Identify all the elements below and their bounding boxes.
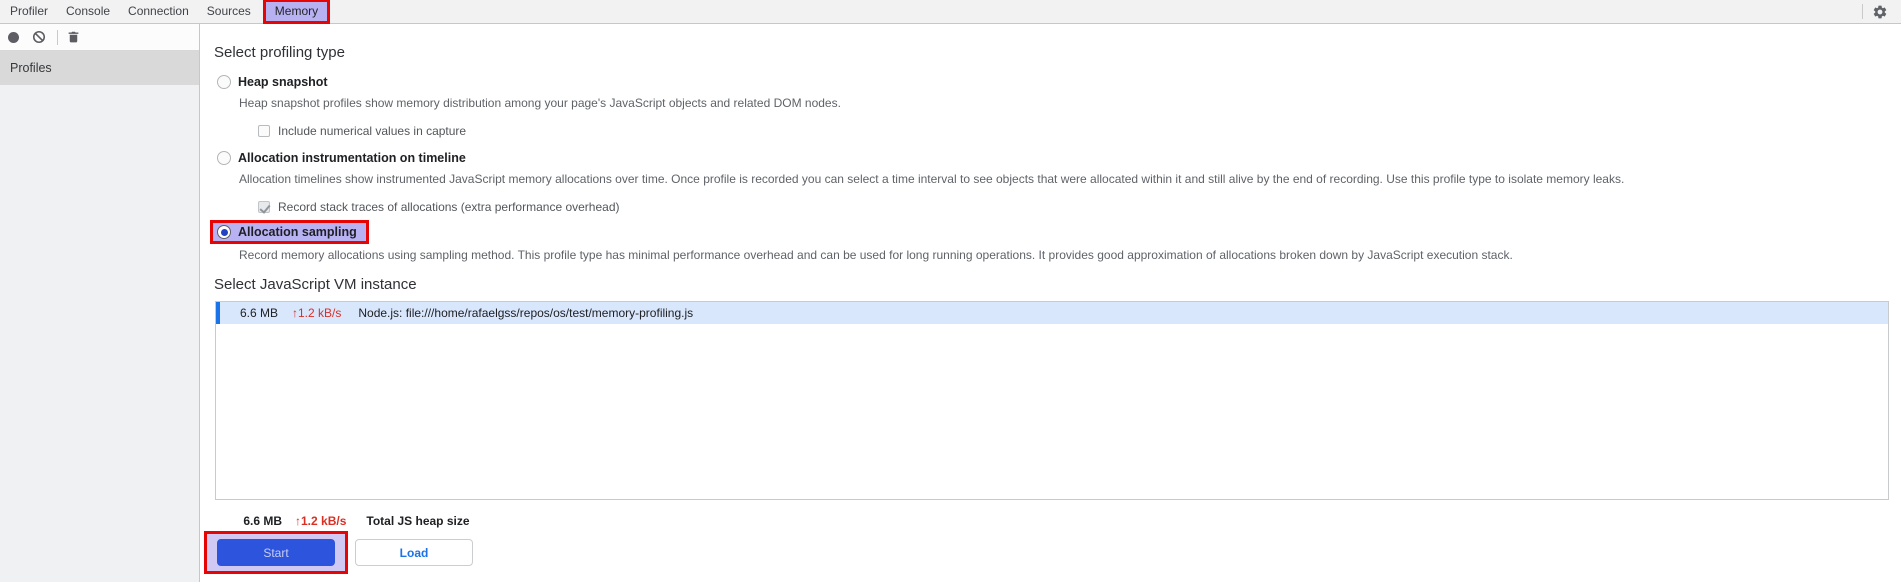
- memory-panel: Select profiling type Heap snapshot Heap…: [201, 24, 1901, 582]
- devtools-tabbar: Profiler Console Connection Sources Memo…: [0, 0, 1901, 24]
- tabbar-right-controls: [1862, 4, 1901, 20]
- sidebar-item-profiles[interactable]: Profiles: [0, 51, 199, 85]
- tab-connection[interactable]: Connection: [119, 0, 198, 23]
- block-icon[interactable]: [32, 30, 46, 44]
- allocation-sampling-label: Allocation sampling: [238, 225, 357, 239]
- allocation-sampling-description: Record memory allocations using sampling…: [239, 248, 1513, 262]
- vm-instance-list: 6.6 MB ↑1.2 kB/s Node.js: file:///home/r…: [215, 301, 1889, 500]
- vm-instance-heading: Select JavaScript VM instance: [214, 276, 417, 293]
- sidebar: Profiles: [0, 24, 200, 582]
- tab-memory[interactable]: Memory: [262, 0, 331, 24]
- record-icon[interactable]: [8, 31, 19, 43]
- profiler-toolbar: [0, 24, 199, 51]
- record-stack-traces-label: Record stack traces of allocations (extr…: [278, 200, 620, 214]
- total-heap-size: 6.6 MB: [243, 514, 282, 528]
- tab-console[interactable]: Console: [57, 0, 119, 23]
- tab-sources[interactable]: Sources: [198, 0, 260, 23]
- heap-snapshot-label: Heap snapshot: [238, 75, 328, 89]
- vm-heap-rate: ↑1.2 kB/s: [292, 306, 342, 320]
- start-button[interactable]: Start: [217, 539, 335, 566]
- vm-instance-name: Node.js: file:///home/rafaelgss/repos/os…: [358, 306, 694, 320]
- include-numerical-values-label: Include numerical values in capture: [278, 124, 467, 138]
- action-buttons: Start Load: [204, 531, 1901, 574]
- profiling-type-heading: Select profiling type: [214, 44, 345, 61]
- tab-profiler[interactable]: Profiler: [1, 0, 57, 23]
- include-numerical-values-row[interactable]: Include numerical values in capture: [258, 124, 1901, 138]
- tabbar-divider: [1862, 4, 1863, 19]
- heap-snapshot-radio[interactable]: [217, 75, 231, 89]
- trash-icon[interactable]: [67, 30, 80, 44]
- annotation-box-start: Start: [204, 531, 348, 574]
- vm-instance-row[interactable]: 6.6 MB ↑1.2 kB/s Node.js: file:///home/r…: [216, 302, 1888, 324]
- toolbar-divider: [57, 29, 58, 45]
- total-heap-rate: ↑1.2 kB/s: [295, 514, 347, 528]
- allocation-timeline-label: Allocation instrumentation on timeline: [238, 151, 466, 165]
- total-heap-row: 6.6 MB ↑1.2 kB/s Total JS heap size: [216, 513, 1901, 529]
- allocation-timeline-description: Allocation timelines show instrumented J…: [239, 172, 1625, 186]
- vm-heap-size: 6.6 MB: [239, 306, 278, 320]
- record-stack-traces-checkbox[interactable]: [258, 201, 270, 213]
- gear-icon[interactable]: [1872, 4, 1888, 20]
- allocation-timeline-radio[interactable]: [217, 151, 231, 165]
- record-stack-traces-row[interactable]: Record stack traces of allocations (extr…: [258, 200, 1901, 214]
- option-allocation-timeline[interactable]: Allocation instrumentation on timeline: [217, 150, 1901, 166]
- total-heap-label: Total JS heap size: [366, 514, 470, 528]
- option-heap-snapshot[interactable]: Heap snapshot: [217, 74, 1901, 90]
- include-numerical-values-checkbox[interactable]: [258, 125, 270, 137]
- allocation-sampling-radio[interactable]: [217, 225, 231, 239]
- heap-snapshot-description: Heap snapshot profiles show memory distr…: [239, 96, 841, 110]
- load-button[interactable]: Load: [355, 539, 473, 566]
- annotation-box-allocation-sampling: Allocation sampling: [210, 220, 369, 244]
